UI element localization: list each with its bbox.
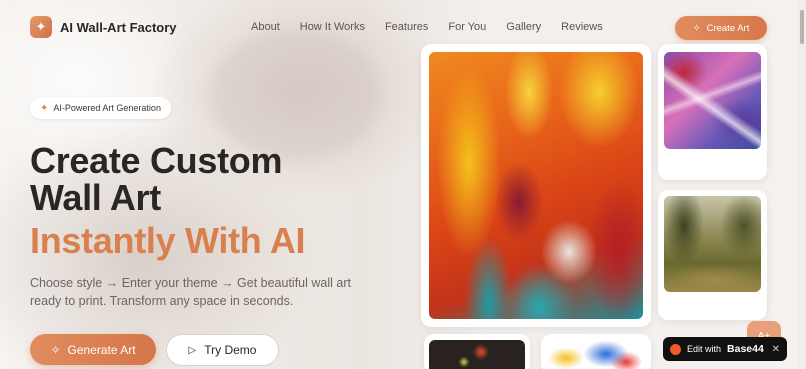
page-scrollbar[interactable]: [798, 0, 806, 369]
hero-title-line2: Wall Art: [30, 177, 161, 218]
gallery-card-colorful[interactable]: [541, 334, 651, 369]
hero-subtitle: Choose style → Enter your theme → Get be…: [30, 274, 370, 310]
toast-prefix: Edit with: [687, 344, 722, 354]
sparkle-icon: ✦: [40, 102, 49, 114]
gallery-card-flower[interactable]: [424, 334, 530, 369]
hero-subtitle-line2: ready to print. Transform any space in s…: [30, 294, 294, 308]
nav-how-it-works[interactable]: How It Works: [300, 21, 365, 33]
hero-title-line1: Create Custom: [30, 140, 283, 181]
generate-art-label: Generate Art: [67, 342, 136, 357]
sparkle-icon: ✧: [692, 22, 701, 34]
sparkle-icon: ✦: [30, 16, 52, 38]
gallery-card-purple[interactable]: [658, 44, 767, 180]
create-art-label: Create Art: [706, 22, 750, 34]
try-demo-label: Try Demo: [204, 343, 257, 357]
brand-logo[interactable]: ✦ AI Wall-Art Factory: [30, 16, 177, 38]
hero-title: Create Custom Wall Art Instantly With AI: [30, 140, 306, 261]
create-art-button[interactable]: ✧ Create Art: [675, 16, 767, 40]
gallery-card-landscape[interactable]: [658, 190, 767, 320]
nav-features[interactable]: Features: [385, 21, 428, 33]
sparkle-icon: ✧: [50, 342, 61, 357]
play-icon: ▷: [188, 344, 197, 356]
gallery-card-main[interactable]: [421, 44, 651, 327]
try-demo-button[interactable]: ▷ Try Demo: [166, 334, 279, 366]
scrollbar-thumb[interactable]: [800, 10, 804, 44]
close-icon[interactable]: ✕: [772, 344, 780, 355]
nav-about[interactable]: About: [251, 21, 280, 33]
nav-gallery[interactable]: Gallery: [506, 21, 541, 33]
edit-with-base44-badge[interactable]: Edit with Base44 ✕: [663, 337, 787, 361]
flower-painting-image: [429, 340, 525, 369]
abstract-painting-image: [429, 52, 643, 319]
ai-badge: ✦ AI-Powered Art Generation: [30, 97, 171, 119]
hero-subtitle-line1: Choose style → Enter your theme → Get be…: [30, 276, 351, 290]
purple-abstract-image: [664, 52, 761, 149]
colorful-abstract-image: [546, 340, 646, 369]
ai-badge-label: AI-Powered Art Generation: [53, 103, 161, 113]
landscape-painting-image: [664, 196, 761, 292]
main-nav: About How It Works Features For You Gall…: [251, 21, 603, 33]
nav-reviews[interactable]: Reviews: [561, 21, 603, 33]
brand-name: AI Wall-Art Factory: [60, 19, 177, 35]
nav-for-you[interactable]: For You: [448, 21, 486, 33]
hero-title-accent: Instantly With AI: [30, 220, 306, 261]
base44-logo-icon: [670, 343, 681, 355]
toast-brand: Base44: [727, 343, 764, 355]
generate-art-button[interactable]: ✧ Generate Art: [30, 334, 156, 365]
